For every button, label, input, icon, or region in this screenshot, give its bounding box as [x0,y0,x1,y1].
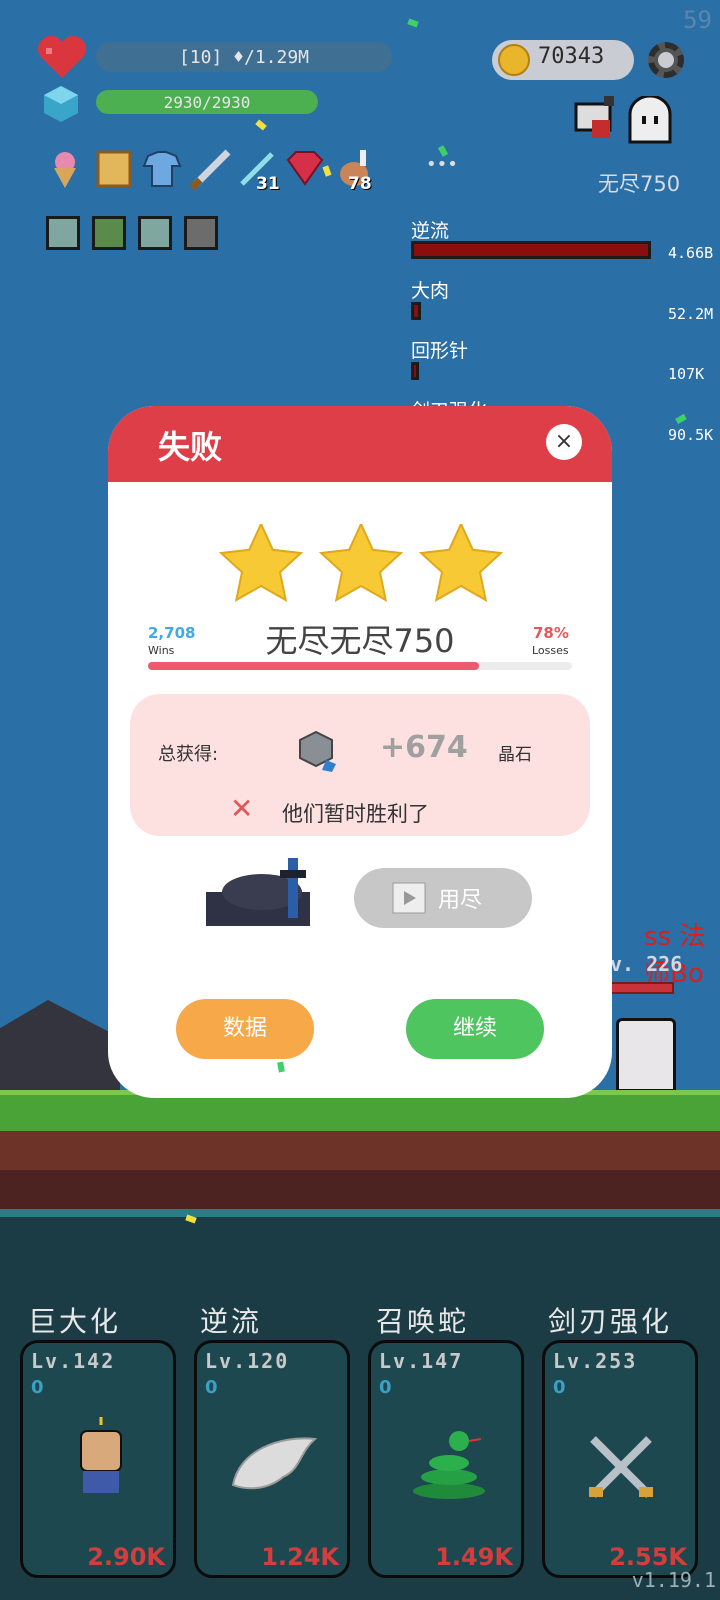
grass [0,1095,720,1131]
damage-value: 4.66B [668,244,714,262]
item-count: 78 [348,174,372,194]
fist-icon [73,1417,129,1501]
result-message: 他们暂时胜利了 [282,802,429,826]
wing-icon [229,1429,319,1503]
progress-fill [148,662,479,670]
watch-ad-label: 用尽 [438,888,483,913]
skill-cost: 2.55K [609,1543,687,1571]
damage-value: 52.2M [668,305,714,323]
fail-x-icon: ✕ [230,792,254,825]
skill-title: 巨大化 [28,1305,122,1338]
dialog-title: 失败 [158,428,223,466]
damage-bar [411,241,651,259]
reward-box: 总获得: +674 晶石 ✕ 他们暂时胜利了 [130,694,590,836]
gear-center [658,52,674,68]
skill-card-snake[interactable]: Lv.147 0 1.49K [368,1340,524,1578]
damage-bar [411,302,421,320]
skill-card-giant[interactable]: Lv.142 0 2.90K [20,1340,176,1578]
boss-icon[interactable] [572,94,622,150]
damage-name: 大肉 [411,280,450,302]
relic-slot-2[interactable] [92,216,126,250]
watch-ad-button[interactable]: 用尽 [354,868,532,928]
star-icon [418,524,504,602]
skill-level: Lv.120 [205,1349,290,1373]
confetti [407,18,419,28]
skill-level: Lv.253 [553,1349,638,1373]
confetti [255,119,267,131]
close-icon[interactable]: × [546,424,582,460]
skill-cost: 1.49K [435,1543,513,1571]
coin-amount: 70343 [538,44,605,69]
skill-points: 0 [379,1377,392,1398]
losses-percent: 78% [533,624,569,642]
skill-level: Lv.147 [379,1349,464,1373]
coin-icon [498,44,530,76]
star-icon [218,524,304,602]
shirt-icon[interactable] [142,148,182,187]
dirt-deep [0,1170,720,1209]
hp-bar-text: [10] ♦/1.29M [178,46,310,68]
losses-label: Losses [532,644,569,657]
damage-value: 107K [668,365,705,383]
continue-button[interactable]: 继续 [406,999,544,1059]
version-label: v1.19.1 [631,1568,716,1592]
skill-points: 0 [553,1377,566,1398]
enemy-mage[interactable] [616,1018,676,1092]
damage-name: 回形针 [411,340,469,362]
item-count: 31 [256,174,280,194]
skill-level: Lv.142 [31,1349,116,1373]
confetti [675,413,687,425]
sword-icon[interactable] [188,146,231,191]
ice-cream-icon[interactable] [48,150,82,188]
skill-points: 0 [205,1377,218,1398]
wave-label: 无尽750 [598,172,681,196]
skill-title: 剑刃强化 [548,1305,673,1338]
more-dots[interactable]: ••• [426,154,458,175]
damage-bar [411,362,419,380]
data-button[interactable]: 数据 [176,999,314,1059]
snake-icon [407,1427,491,1507]
damage-name: 逆流 [411,220,450,242]
skill-cost: 2.90K [87,1543,165,1571]
rock-left [0,1000,120,1094]
water-strip [0,1209,720,1217]
scroll-icon[interactable] [94,148,132,188]
star-rating [218,524,504,602]
fps-counter: 59 [683,6,712,34]
ruby-icon[interactable] [284,150,324,186]
damage-value: 90.5K [668,426,714,444]
defeat-dialog: 失败 × 2,708 Wins 无尽无尽750 78% Losses 总获得: … [108,406,612,1098]
relic-slot-4[interactable] [184,216,218,250]
skill-card-reverse[interactable]: Lv.120 0 1.24K [194,1340,350,1578]
gem-icon [44,86,78,126]
reward-label: 总获得: [158,744,219,765]
mp-bar: 2930/2930 [96,90,318,114]
hp-bar: [10] ♦/1.29M [96,42,392,72]
enemy-level: v. 226 [610,952,683,976]
ghost-icon [626,94,674,150]
reward-unit: 晶石 [498,745,532,765]
star-icon [318,524,404,602]
skill-title: 召唤蛇 [376,1305,470,1338]
skill-title: 逆流 [200,1305,263,1338]
skill-cost: 1.24K [261,1543,339,1571]
reward-value: +674 [380,730,468,765]
enemy-hp-bar [610,982,674,994]
grave-icon [202,852,318,932]
skill-points: 0 [31,1377,44,1398]
relic-slot-1[interactable] [46,216,80,250]
skill-card-blade[interactable]: Lv.253 0 2.55K [542,1340,698,1578]
video-icon [392,882,426,918]
mp-bar-text: 2930/2930 [163,92,251,112]
crystal-icon [298,730,338,776]
crossed-swords-icon [585,1431,657,1507]
relic-slot-3[interactable] [138,216,172,250]
heart-icon [36,34,88,84]
